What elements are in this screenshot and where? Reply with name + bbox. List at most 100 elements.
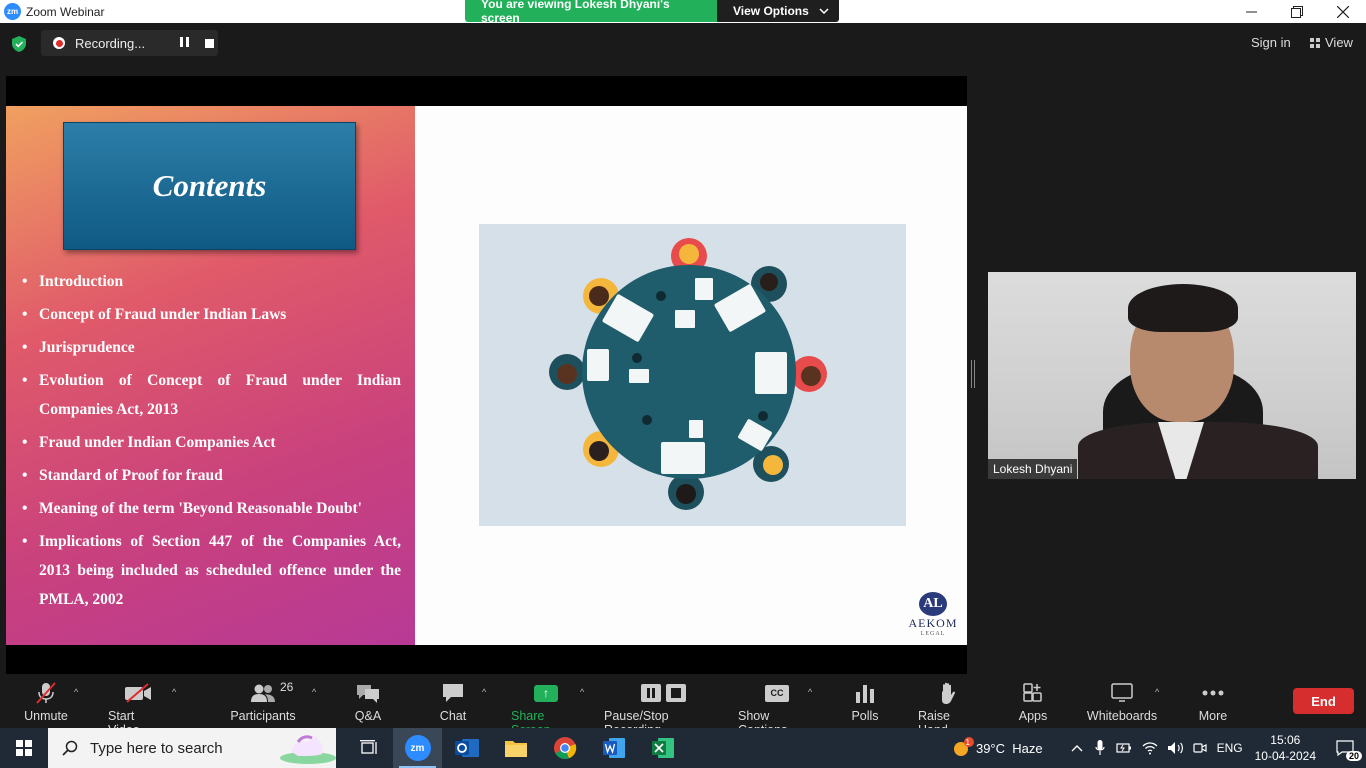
zoom-app-icon: zm (404, 735, 431, 761)
slide-contents-panel: Contents Introduction Concept of Fraud u… (6, 106, 415, 645)
stop-recording-icon[interactable] (205, 38, 214, 48)
restore-icon (1291, 5, 1303, 18)
aekom-legal-logo: AL AEKOM LEGAL (901, 592, 965, 637)
viewing-banner: You are viewing Lokesh Dhyani's screen V… (465, 0, 839, 22)
contents-item: Standard of Proof for fraud (21, 461, 401, 490)
battery-icon[interactable] (1115, 742, 1132, 754)
word-icon (602, 738, 625, 758)
share-options-caret-icon[interactable]: ^ (580, 687, 584, 697)
meeting-table-illustration (479, 224, 906, 526)
close-button[interactable] (1320, 0, 1366, 23)
apps-button[interactable]: Apps (1018, 681, 1048, 723)
search-placeholder: Type here to search (90, 739, 223, 757)
apps-icon (1023, 683, 1042, 702)
taskbar-file-explorer-app[interactable] (491, 728, 540, 768)
aekom-logo-icon: AL (919, 592, 947, 616)
folder-icon (504, 741, 527, 757)
taskbar-excel-app[interactable] (638, 728, 687, 768)
polls-label: Polls (851, 709, 879, 723)
participant-video-tile[interactable]: Lokesh Dhyani (988, 272, 1356, 479)
chrome-icon (553, 737, 576, 760)
more-button[interactable]: More (1198, 681, 1228, 723)
system-tray: 1 39°C Haze ENG 15:06 10-04-2024 20 (952, 728, 1366, 768)
participants-button[interactable]: 26 Participants (230, 680, 295, 723)
task-view-button[interactable] (344, 728, 393, 768)
view-options-button[interactable]: View Options (717, 0, 839, 22)
taskbar-chrome-app[interactable] (540, 728, 589, 768)
chat-bubble-icon (443, 684, 463, 702)
chat-options-caret-icon[interactable]: ^ (482, 687, 486, 697)
captions-cc-icon: CC (765, 684, 789, 702)
video-camera-off-icon (125, 683, 151, 703)
chevron-up-icon[interactable] (1071, 744, 1083, 752)
unicorn-search-highlight-icon (280, 735, 336, 764)
windows-taskbar: Type here to search zm 1 39°C Haze ENG 1… (0, 728, 1366, 768)
view-button[interactable]: View (1310, 35, 1353, 50)
unmute-button[interactable]: Unmute (24, 681, 68, 723)
taskbar-zoom-app[interactable]: zm (393, 728, 442, 768)
excel-icon (651, 738, 674, 758)
input-language[interactable]: ENG (1217, 741, 1243, 755)
pause-recording-icon[interactable] (180, 37, 192, 49)
contents-list: Introduction Concept of Fraud under Indi… (21, 267, 401, 618)
video-options-caret-icon[interactable]: ^ (172, 687, 176, 697)
qa-label: Q&A (354, 709, 382, 723)
grid-view-icon (1310, 37, 1320, 48)
notifications-button[interactable]: 20 (1330, 728, 1362, 768)
taskbar-word-app[interactable] (589, 728, 638, 768)
contents-item: Introduction (21, 267, 401, 296)
clock-time: 15:06 (1270, 733, 1301, 747)
microphone-icon[interactable] (1094, 740, 1105, 756)
qa-button[interactable]: Q&A (354, 681, 382, 723)
whiteboards-button[interactable]: Whiteboards (1086, 681, 1158, 723)
contents-item: Fraud under Indian Companies Act (21, 428, 401, 457)
speaker-icon[interactable] (1167, 741, 1185, 755)
restore-button[interactable] (1274, 0, 1320, 23)
chat-button[interactable]: Chat (440, 681, 466, 723)
share-screen-arrow-icon: ↑ (534, 684, 558, 702)
audio-options-caret-icon[interactable]: ^ (74, 687, 78, 697)
contents-item: Concept of Fraud under Indian Laws (21, 300, 401, 329)
recording-label: Recording... (75, 35, 146, 51)
panel-resize-handle[interactable] (971, 360, 975, 388)
presentation-slide: Contents Introduction Concept of Fraud u… (6, 106, 967, 645)
zoom-logo-icon: zm (4, 3, 21, 20)
captions-options-caret-icon[interactable]: ^ (808, 687, 812, 697)
task-view-icon (359, 740, 377, 754)
participants-options-caret-icon[interactable]: ^ (312, 687, 316, 697)
wifi-icon[interactable] (1142, 741, 1158, 755)
shield-icon[interactable] (12, 36, 26, 52)
close-icon (1337, 5, 1349, 18)
contents-item: Evolution of Concept of Fraud under Indi… (21, 366, 401, 424)
meet-now-icon[interactable] (1192, 741, 1207, 755)
sign-in-link[interactable]: Sign in (1251, 35, 1291, 50)
raise-hand-icon (942, 682, 956, 704)
weather-text: 39°C Haze (975, 740, 1043, 756)
more-dots-icon (1202, 690, 1224, 696)
unmute-label: Unmute (24, 709, 68, 723)
taskbar-search-box[interactable]: Type here to search (48, 728, 336, 768)
participants-icon (251, 684, 275, 702)
chevron-down-icon (819, 8, 829, 14)
contents-item: Meaning of the term 'Beyond Reasonable D… (21, 494, 401, 523)
participant-name-tag: Lokesh Dhyani (988, 459, 1078, 479)
chat-label: Chat (439, 709, 467, 723)
whiteboards-options-caret-icon[interactable]: ^ (1155, 687, 1159, 697)
polls-bar-chart-icon (856, 685, 874, 703)
minimize-button[interactable] (1228, 0, 1274, 23)
taskbar-outlook-app[interactable] (442, 728, 491, 768)
start-button[interactable] (0, 728, 48, 768)
apps-label: Apps (1018, 709, 1048, 723)
taskbar-clock[interactable]: 15:06 10-04-2024 (1255, 732, 1316, 764)
outlook-icon (454, 739, 479, 757)
whiteboards-label: Whiteboards (1086, 709, 1158, 723)
polls-button[interactable]: Polls (851, 681, 879, 723)
qa-bubbles-icon (357, 685, 379, 703)
end-button[interactable]: End (1293, 688, 1354, 714)
view-label: View (1325, 35, 1353, 50)
recording-dot-icon (53, 37, 65, 49)
weather-widget[interactable]: 1 39°C Haze (952, 737, 1043, 759)
viewing-banner-text: You are viewing Lokesh Dhyani's screen (465, 0, 717, 22)
microphone-muted-icon (36, 682, 56, 704)
windows-logo-icon (16, 740, 32, 756)
